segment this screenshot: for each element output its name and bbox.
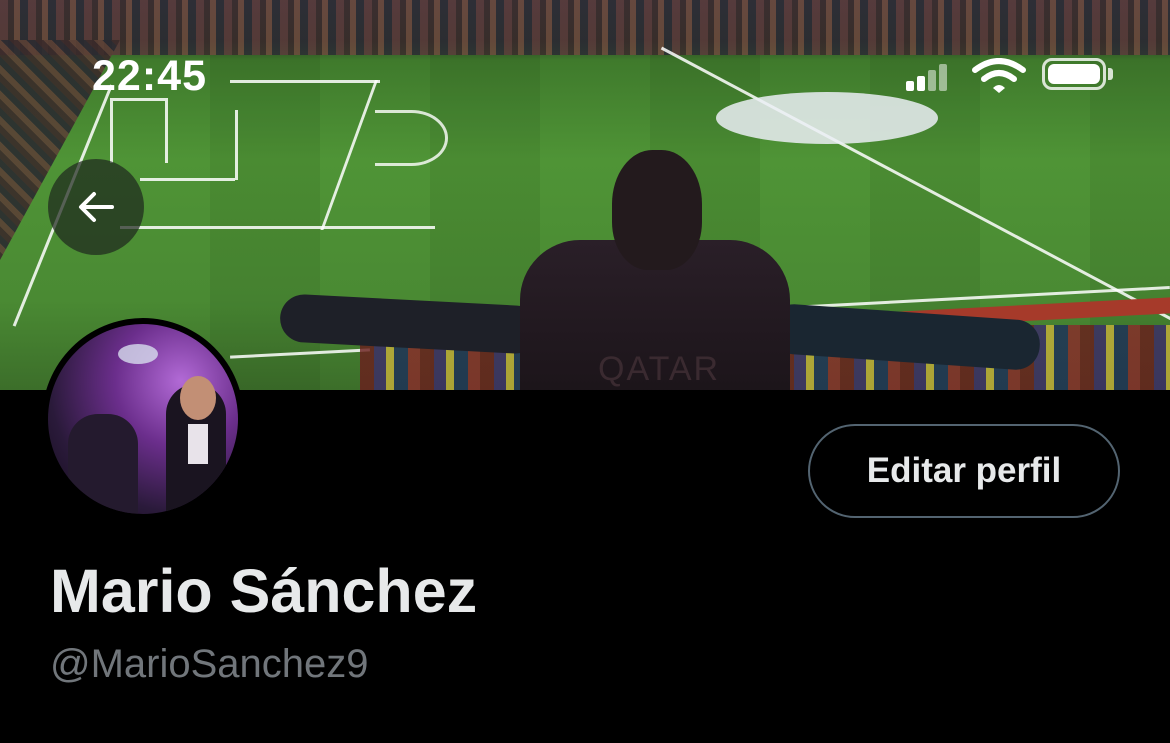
- battery-cap: [1108, 68, 1113, 80]
- status-bar-time: 22:45: [92, 52, 207, 100]
- center-circle-cover: [716, 92, 938, 144]
- wifi-icon: [972, 58, 1026, 93]
- battery-icon: [1042, 58, 1106, 90]
- goal-net: [110, 98, 168, 163]
- pitch-line: [140, 178, 235, 181]
- avatar-person-shirt: [188, 424, 208, 464]
- jersey-sponsor-text: QATAR: [598, 350, 721, 388]
- pitch-line: [230, 80, 380, 83]
- pitch-line: [320, 80, 378, 230]
- back-button[interactable]: [48, 159, 144, 255]
- avatar-stage-light: [118, 344, 158, 364]
- avatar-person-background: [68, 414, 138, 514]
- avatar-photo: [48, 324, 238, 514]
- profile-handle: @MarioSanchez9: [50, 642, 369, 686]
- pitch-line: [120, 226, 435, 229]
- profile-avatar[interactable]: [42, 318, 244, 520]
- avatar-person-head: [180, 376, 216, 420]
- penalty-arc: [375, 110, 448, 166]
- profile-display-name: Mario Sánchez: [50, 557, 478, 625]
- pitch-line: [235, 110, 238, 180]
- arrow-left-icon: [79, 192, 114, 222]
- stadium-stands: [0, 0, 1170, 55]
- cellular-signal-icon: [906, 63, 947, 91]
- person-head: [612, 150, 702, 270]
- edit-profile-button[interactable]: Editar perfil: [808, 424, 1120, 518]
- battery-fill: [1048, 64, 1100, 84]
